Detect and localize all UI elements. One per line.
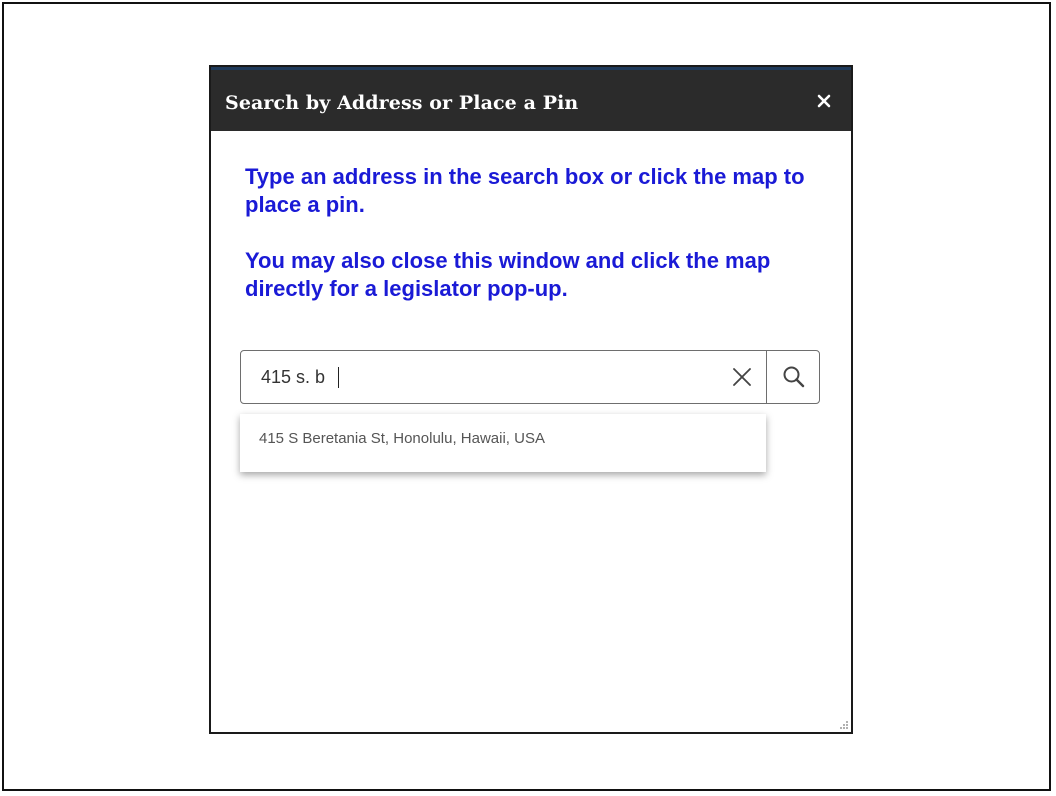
resize-grip-icon[interactable] [837,718,849,730]
instruction-paragraph-2: You may also close this window and click… [245,248,771,301]
text-caret [338,367,339,388]
suggestion-list: 415 S Beretania St, Honolulu, Hawaii, US… [240,414,766,472]
clear-search-button[interactable] [729,364,755,390]
instructions: Type an address in the search box or cli… [245,163,825,303]
suggestion-item[interactable]: 415 S Beretania St, Honolulu, Hawaii, US… [240,414,766,472]
dialog-title: Search by Address or Place a Pin [225,92,579,114]
search-input[interactable] [241,351,711,403]
search-dialog: Search by Address or Place a Pin Type an… [209,65,853,734]
dialog-header: Search by Address or Place a Pin [211,67,851,131]
search-button[interactable] [767,351,819,403]
magnifier-icon [783,366,805,388]
instruction-paragraph-1: Type an address in the search box or cli… [245,164,805,217]
close-button[interactable] [811,88,837,114]
address-search-box [240,350,820,404]
clear-x-icon [733,368,751,386]
close-icon [817,94,831,108]
